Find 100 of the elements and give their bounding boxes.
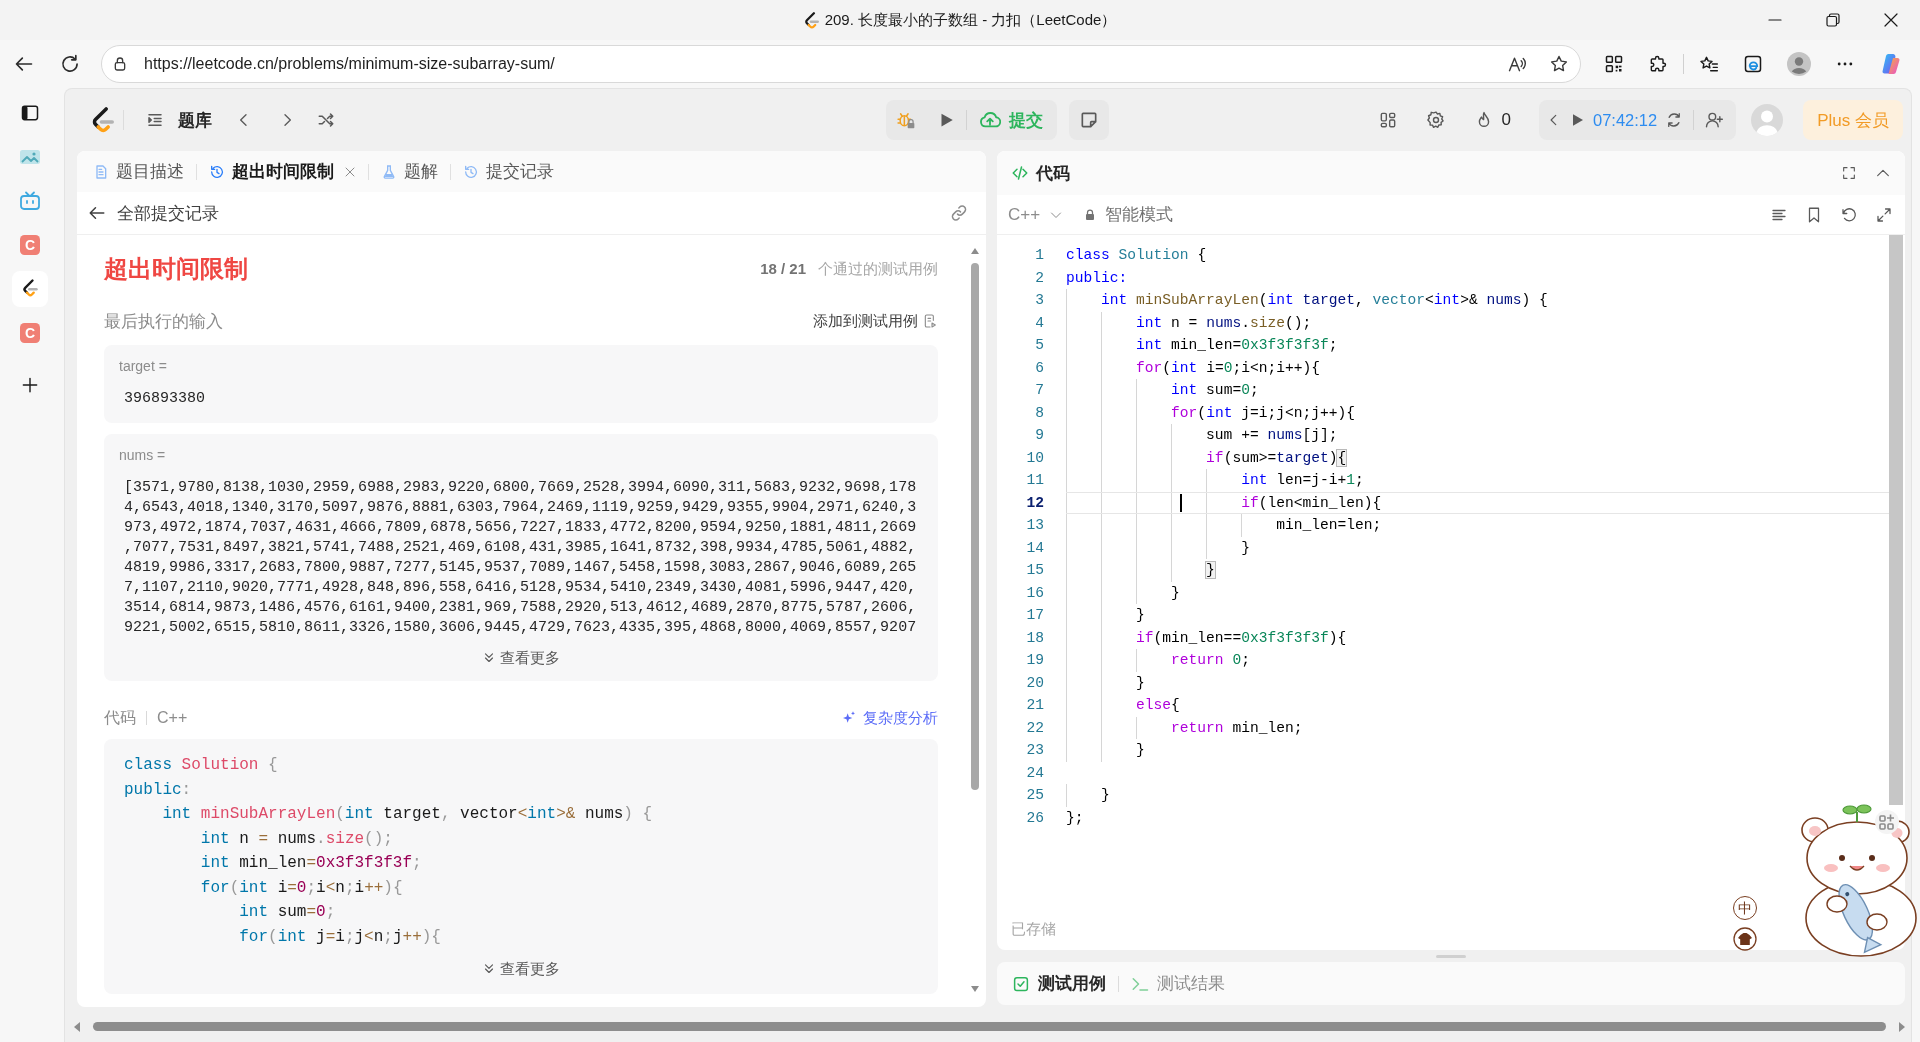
checkbox-icon: [1012, 974, 1030, 993]
line-number: 2: [1034, 268, 1044, 288]
leetcode-logo-icon[interactable]: [91, 107, 114, 133]
history-icon: [463, 163, 479, 180]
smart-mode-button[interactable]: 智能模式: [1084, 203, 1174, 226]
all-submissions-link[interactable]: 全部提交记录: [88, 201, 219, 225]
shuffle-icon[interactable]: [317, 111, 335, 129]
scroll-left-arrow-icon[interactable]: [73, 1021, 81, 1032]
show-more-button[interactable]: 查看更多: [482, 647, 560, 669]
resize-handle[interactable]: [1436, 954, 1466, 958]
settings-icon[interactable]: [1425, 110, 1446, 130]
app-grid-icon[interactable]: [1875, 810, 1899, 834]
line-number: 6: [1034, 358, 1044, 378]
reset-icon[interactable]: [1840, 205, 1858, 224]
code-line: int len=j-i+1;: [1241, 471, 1364, 490]
code-line: return 0;: [1171, 651, 1250, 670]
qr-code-icon[interactable]: [1604, 54, 1624, 74]
line-number: 13: [1025, 516, 1044, 535]
line-number: 1: [1034, 246, 1044, 265]
scroll-up-arrow-icon[interactable]: [971, 247, 979, 255]
add-icon[interactable]: [20, 375, 40, 395]
line-number: 5: [1034, 336, 1044, 355]
close-icon[interactable]: [1884, 13, 1898, 27]
line-number: 21: [1025, 696, 1044, 715]
code-line: min_len=len;: [1276, 516, 1382, 535]
line-number: 22: [1025, 718, 1044, 738]
line-number: 14: [1025, 538, 1044, 558]
favorite-star-icon[interactable]: [1549, 54, 1569, 74]
line-number: 16: [1025, 583, 1044, 603]
document-icon: [93, 163, 109, 180]
code-line: if(sum>=target){: [1206, 448, 1347, 468]
save-status: 已存储: [1011, 919, 1056, 939]
code-line: int minSubArrayLen(int target, vector<int>& nums) {: [162, 804, 653, 825]
window-title: 209. 长度最小的子数组 - 力扣（LeetCode）: [824, 10, 1117, 30]
back-arrow-icon[interactable]: [14, 54, 34, 74]
line-number: 24: [1025, 763, 1044, 783]
editor-title: 代码: [1036, 162, 1070, 185]
panel-tab[interactable]: 提交记录: [463, 151, 554, 192]
line-number: 25: [1025, 786, 1044, 805]
link-icon[interactable]: [950, 204, 968, 222]
add-testcase-button[interactable]: 添加到测试用例: [813, 311, 938, 331]
double-chevron-down-icon: [482, 962, 496, 976]
result-status: 超出时间限制: [104, 254, 248, 284]
fullscreen-icon[interactable]: [1841, 165, 1857, 181]
code-line: class Solution {: [124, 755, 278, 776]
leetcode-logo-icon[interactable]: [12, 271, 48, 307]
favorites-list-icon[interactable]: [1699, 54, 1719, 74]
code-line: else{: [1136, 696, 1180, 715]
expand-icon[interactable]: [1875, 205, 1893, 224]
code-line: }: [1136, 673, 1145, 693]
scrollbar-thumb[interactable]: [971, 263, 979, 790]
shirt-icon[interactable]: [1733, 927, 1757, 951]
line-number: 19: [1025, 651, 1044, 670]
address-bar[interactable]: https://leetcode.cn/problems/minimum-size-subarray-sum/: [101, 45, 1581, 83]
input-value: [3571,9780,8138,1030,2959,6988,2983,9220,6800,7669,2528,3994,6090,311,5683,9232,9698,1784,6543,4018,1340,3170,5097,9876,8881,6303,7964,2469,1119,9259,9429,9355,9904,2971,6240,3973,4972,1874,7037,4631,4666,7809,6878,5656,7227,1833,4772,8200,9594,9250,1881,4811,2669,7077,7531,8497,3821,5741,7488,2521,469,6108,431,3985,1641,8732,398,9934,4785,5061,4882,4819,9986,3317,2683,7800,9887,7277,5145,9537,7089,1467,5458,1598,3083,2867,9046,6089,2657,1107,2110,9020,7771,4928,848,896,558,6416,5128,9534,5410,2349,3430,4081,5996,9447,420,3514,6814,9873,1486,4576,6161,9400,2381,969,7588,2920,513,4612,4689,2870,8775,5787,2606,9221,5002,6515,5810,8611,3326,1580,3606,9445,4729,7623,4335,395,4868,8000,4069,8557,9207: [123, 478, 917, 638]
line-number: 8: [1034, 403, 1044, 423]
code-line: return min_len;: [1171, 718, 1303, 738]
panel-tab[interactable]: 题解: [381, 151, 438, 192]
refresh-icon[interactable]: [60, 54, 80, 74]
leetcode-logo-icon: [803, 11, 819, 29]
indent-guide: [1066, 784, 1067, 807]
profile-avatar-icon[interactable]: [1787, 52, 1811, 76]
code-line: int sum=0;: [239, 902, 336, 923]
panel-tab[interactable]: 测试用例: [1012, 962, 1106, 1005]
line-number: 9: [1034, 426, 1044, 445]
notes-button[interactable]: [1068, 100, 1109, 140]
line-number: 23: [1025, 741, 1044, 760]
add-user-icon[interactable]: [1704, 110, 1725, 130]
e-swirl-icon[interactable]: [1743, 54, 1763, 74]
line-number: 18: [1025, 628, 1044, 648]
show-more-button[interactable]: 查看更多: [482, 958, 560, 980]
restore-icon[interactable]: [1826, 13, 1840, 27]
sidebar-panel-icon[interactable]: [20, 103, 40, 123]
streak-button[interactable]: 0: [1473, 110, 1511, 130]
scrollbar-thumb[interactable]: [93, 1022, 1886, 1031]
indent-guide: [1241, 514, 1243, 537]
line-number: 7: [1034, 381, 1044, 400]
code-line: for(int i=0;i<n;i++){: [1136, 358, 1320, 378]
double-chevron-down-icon: [482, 651, 496, 665]
code-line: }: [1241, 538, 1250, 558]
read-aloud-icon[interactable]: [1507, 54, 1527, 74]
panel-tab[interactable]: 题目描述: [93, 151, 184, 192]
add-document-icon: [922, 313, 938, 329]
panel-tab[interactable]: 超出时间限制: [209, 151, 356, 192]
code-label: 代码: [104, 707, 136, 728]
scrollbar-thumb[interactable]: [1889, 235, 1903, 805]
line-number: 26: [1025, 808, 1044, 828]
complexity-analysis-button[interactable]: 复杂度分析: [841, 708, 938, 728]
code-line: int sum=0;: [1171, 381, 1259, 400]
code-line: public:: [1066, 268, 1128, 288]
section-label: 最后执行的输入: [104, 310, 223, 333]
scroll-down-arrow-icon[interactable]: [971, 985, 979, 993]
problem-list-button[interactable]: 题库: [146, 108, 212, 132]
line-number: 10: [1025, 448, 1044, 468]
line-number: 12: [1025, 493, 1044, 513]
puzzle-icon[interactable]: [1648, 54, 1668, 74]
code-line: };: [1066, 808, 1084, 828]
scroll-right-arrow-icon[interactable]: [1898, 1021, 1906, 1032]
code-line: for(int j=i;j<n;j++){: [239, 926, 441, 948]
code-line: sum += nums[j];: [1206, 426, 1338, 445]
